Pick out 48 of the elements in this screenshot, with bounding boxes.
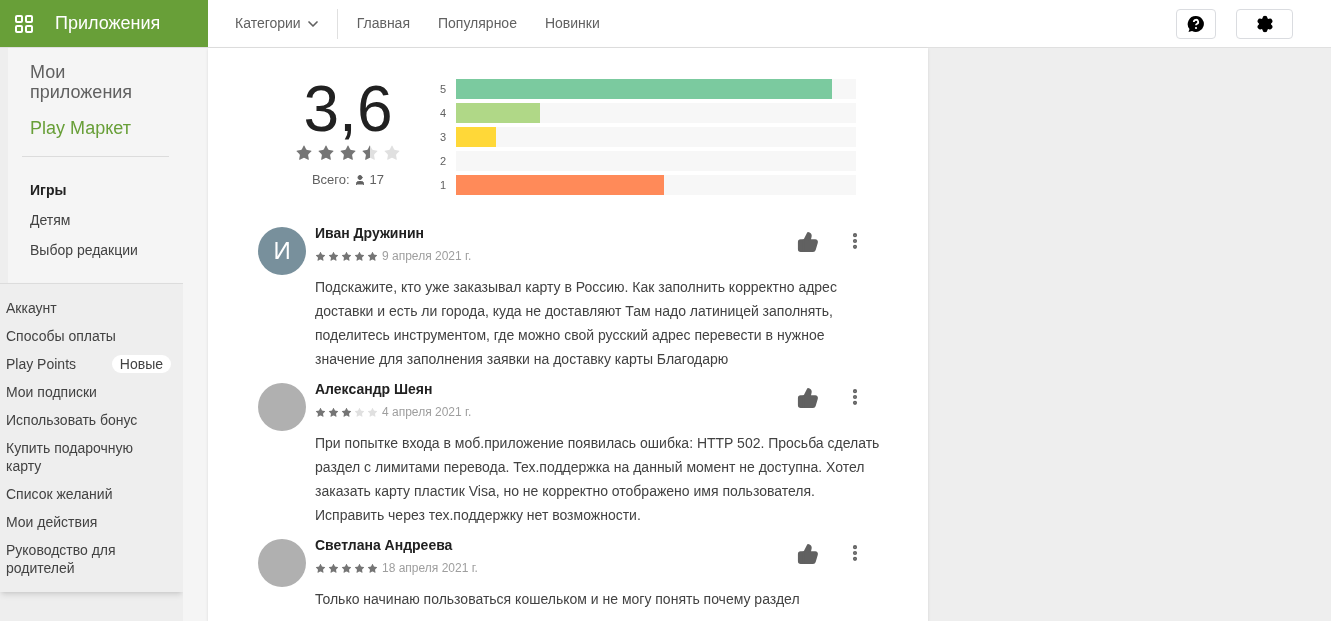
review-text: Только начинаю пользоваться кошельком и не могу понять почему раздел (315, 590, 801, 609)
avatar: И (258, 227, 306, 275)
apps-grid-icon (15, 14, 33, 33)
review-text: Подскажите, кто уже заказывал карту в Россию. Как заполнить корректно адрес доставки и есть ли города, куда не доставляют Там надо латиницей заполнять, поделитесь инструментом, где можно свой русский адрес перевести в нужное значение для заполнения заявки на доставку карты Благодарю (315, 278, 838, 369)
review-date: 4 апреля 2021 г. (382, 404, 472, 421)
help-icon (1187, 14, 1205, 33)
rating-score: 3,6 (303, 76, 393, 142)
avatar-photo-placeholder (258, 539, 306, 587)
bar-label: 2 (440, 153, 448, 169)
bar-label: 4 (440, 105, 448, 121)
apps-title: Приложения (55, 12, 161, 35)
category-link[interactable]: Игры (30, 175, 169, 205)
bar-label: 1 (440, 177, 448, 193)
thumbs-up-icon[interactable] (797, 543, 819, 565)
account-menu-item[interactable]: Play Points (6, 355, 77, 373)
avatar-photo-placeholder (258, 383, 306, 431)
person-icon (353, 173, 366, 186)
account-menu-item[interactable]: Руководство для родителей (6, 541, 171, 577)
bar-label: 3 (440, 129, 448, 145)
reviewer-name: Светлана Андреева (315, 536, 454, 555)
help-button[interactable] (1176, 8, 1216, 39)
review-date: 18 апреля 2021 г. (382, 560, 478, 577)
categories-dropdown[interactable]: Категории (235, 13, 337, 34)
account-menu-item[interactable]: Мои подписки (6, 383, 97, 401)
account-menu-item[interactable]: Мои действия (6, 513, 98, 531)
account-menu-item[interactable]: Аккаунт (6, 299, 57, 317)
total-label: Всего: (311, 171, 350, 189)
review-date: 9 апреля 2021 г. (382, 248, 472, 265)
settings-icon (1255, 14, 1274, 33)
account-menu-item[interactable]: Способы оплаты (6, 327, 116, 345)
reviewer-name: Иван Дружинин (315, 224, 425, 243)
nav-link[interactable]: Главная (356, 13, 410, 34)
thumbs-up-icon[interactable] (797, 231, 819, 253)
category-link[interactable]: Детям (30, 205, 169, 235)
total-count: 17 (369, 171, 385, 189)
account-menu-item[interactable]: Купить подарочную карту (6, 439, 171, 475)
settings-button[interactable] (1236, 8, 1293, 39)
account-menu-item[interactable]: Список желаний (6, 485, 113, 503)
nav-link[interactable]: Новинки (544, 13, 600, 34)
bar-label: 5 (440, 81, 448, 97)
reviewer-name: Александр Шеян (315, 380, 434, 399)
new-badge: Новые (111, 355, 171, 373)
category-link[interactable]: Выбор редакции (30, 235, 169, 265)
review-text: При попытке входа в моб.приложение появилась ошибка: HTTP 502. Просьба сделать раздел с лимитами перевода. Тех.поддержка на данный момент не доступна. Хотел заказать карту пластик Visa, но не корректно отображено имя пользователя. Исправить через тех.поддержку нет возможности. (315, 434, 881, 525)
thumbs-up-icon[interactable] (797, 387, 819, 409)
nav-link[interactable]: Популярное (438, 13, 517, 34)
store-link[interactable]: Мои приложения (30, 62, 169, 102)
account-menu-item[interactable]: Использовать бонус (6, 411, 138, 429)
